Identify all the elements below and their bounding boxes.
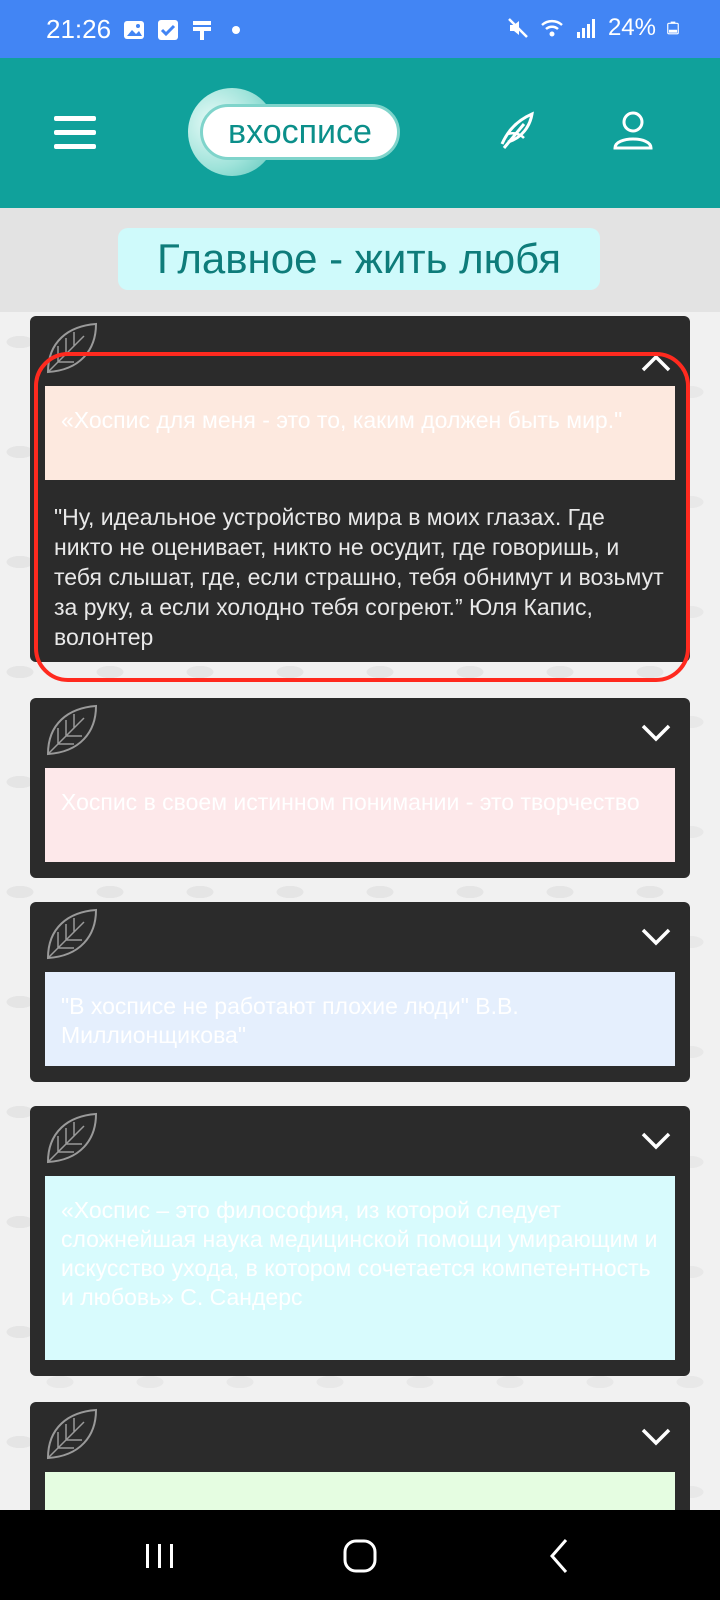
- chevron-down-icon[interactable]: [640, 926, 672, 948]
- app-header: вхосписе: [0, 58, 720, 208]
- photo-icon: [124, 21, 144, 39]
- home-icon[interactable]: [338, 1534, 382, 1578]
- battery-percent: 24%: [607, 14, 656, 41]
- system-nav-bar: [0, 1510, 720, 1600]
- logo-text: вхосписе: [200, 104, 400, 160]
- quote-card[interactable]: "В хосписе не работают плохие люди" В.В.…: [30, 902, 690, 1082]
- page-title: Главное - жить любя: [118, 228, 600, 290]
- leaf-icon: [46, 322, 98, 374]
- quote-body: "Ну, идеальное устройство мира в моих гл…: [54, 504, 664, 650]
- leaf-icon: [46, 908, 98, 960]
- signal-icon: [576, 19, 595, 38]
- quote-text: «Хоспис – это философия, из которой след…: [45, 1176, 675, 1360]
- quote-text: Хоспис в своем истинном понимании - это …: [45, 768, 675, 862]
- hamburger-icon[interactable]: [54, 116, 98, 152]
- status-bar: 21:26 24%: [0, 0, 720, 58]
- quote-text: «Хоспис для меня - это то, каким должен …: [45, 386, 675, 480]
- banner: Главное - жить любя: [0, 208, 720, 312]
- quote-card[interactable]: «Хоспис – это философия, из которой след…: [30, 1106, 690, 1376]
- status-left-icons: [122, 18, 248, 42]
- quote-text: [45, 1472, 675, 1510]
- quote-list[interactable]: «Хоспис для меня - это то, каким должен …: [0, 312, 720, 1510]
- check-icon: [158, 20, 178, 40]
- recents-icon[interactable]: [138, 1534, 182, 1578]
- dot-icon: [232, 26, 240, 34]
- quote-text: "В хосписе не работают плохие люди" В.В.…: [45, 972, 675, 1066]
- leaf-icon: [46, 704, 98, 756]
- feather-icon[interactable]: [494, 108, 540, 154]
- wifi-icon: [541, 20, 563, 37]
- user-icon[interactable]: [610, 108, 656, 154]
- quote-card[interactable]: Хоспис в своем истинном понимании - это …: [30, 698, 690, 878]
- quote-card[interactable]: «Хоспис для меня - это то, каким должен …: [30, 316, 690, 662]
- status-right: 24%: [506, 14, 680, 42]
- chevron-down-icon[interactable]: [640, 1130, 672, 1152]
- quote-card[interactable]: [30, 1402, 690, 1510]
- leaf-icon: [46, 1408, 98, 1460]
- chevron-up-icon[interactable]: [640, 352, 672, 374]
- battery-icon: [667, 21, 679, 35]
- leaf-icon: [46, 1112, 98, 1164]
- notification-icon: [193, 21, 211, 40]
- back-icon[interactable]: [538, 1534, 582, 1578]
- chevron-down-icon[interactable]: [640, 1426, 672, 1448]
- chevron-down-icon[interactable]: [640, 722, 672, 744]
- mute-icon: [508, 18, 528, 38]
- app-logo[interactable]: вхосписе: [188, 88, 418, 176]
- status-time: 21:26: [46, 14, 112, 44]
